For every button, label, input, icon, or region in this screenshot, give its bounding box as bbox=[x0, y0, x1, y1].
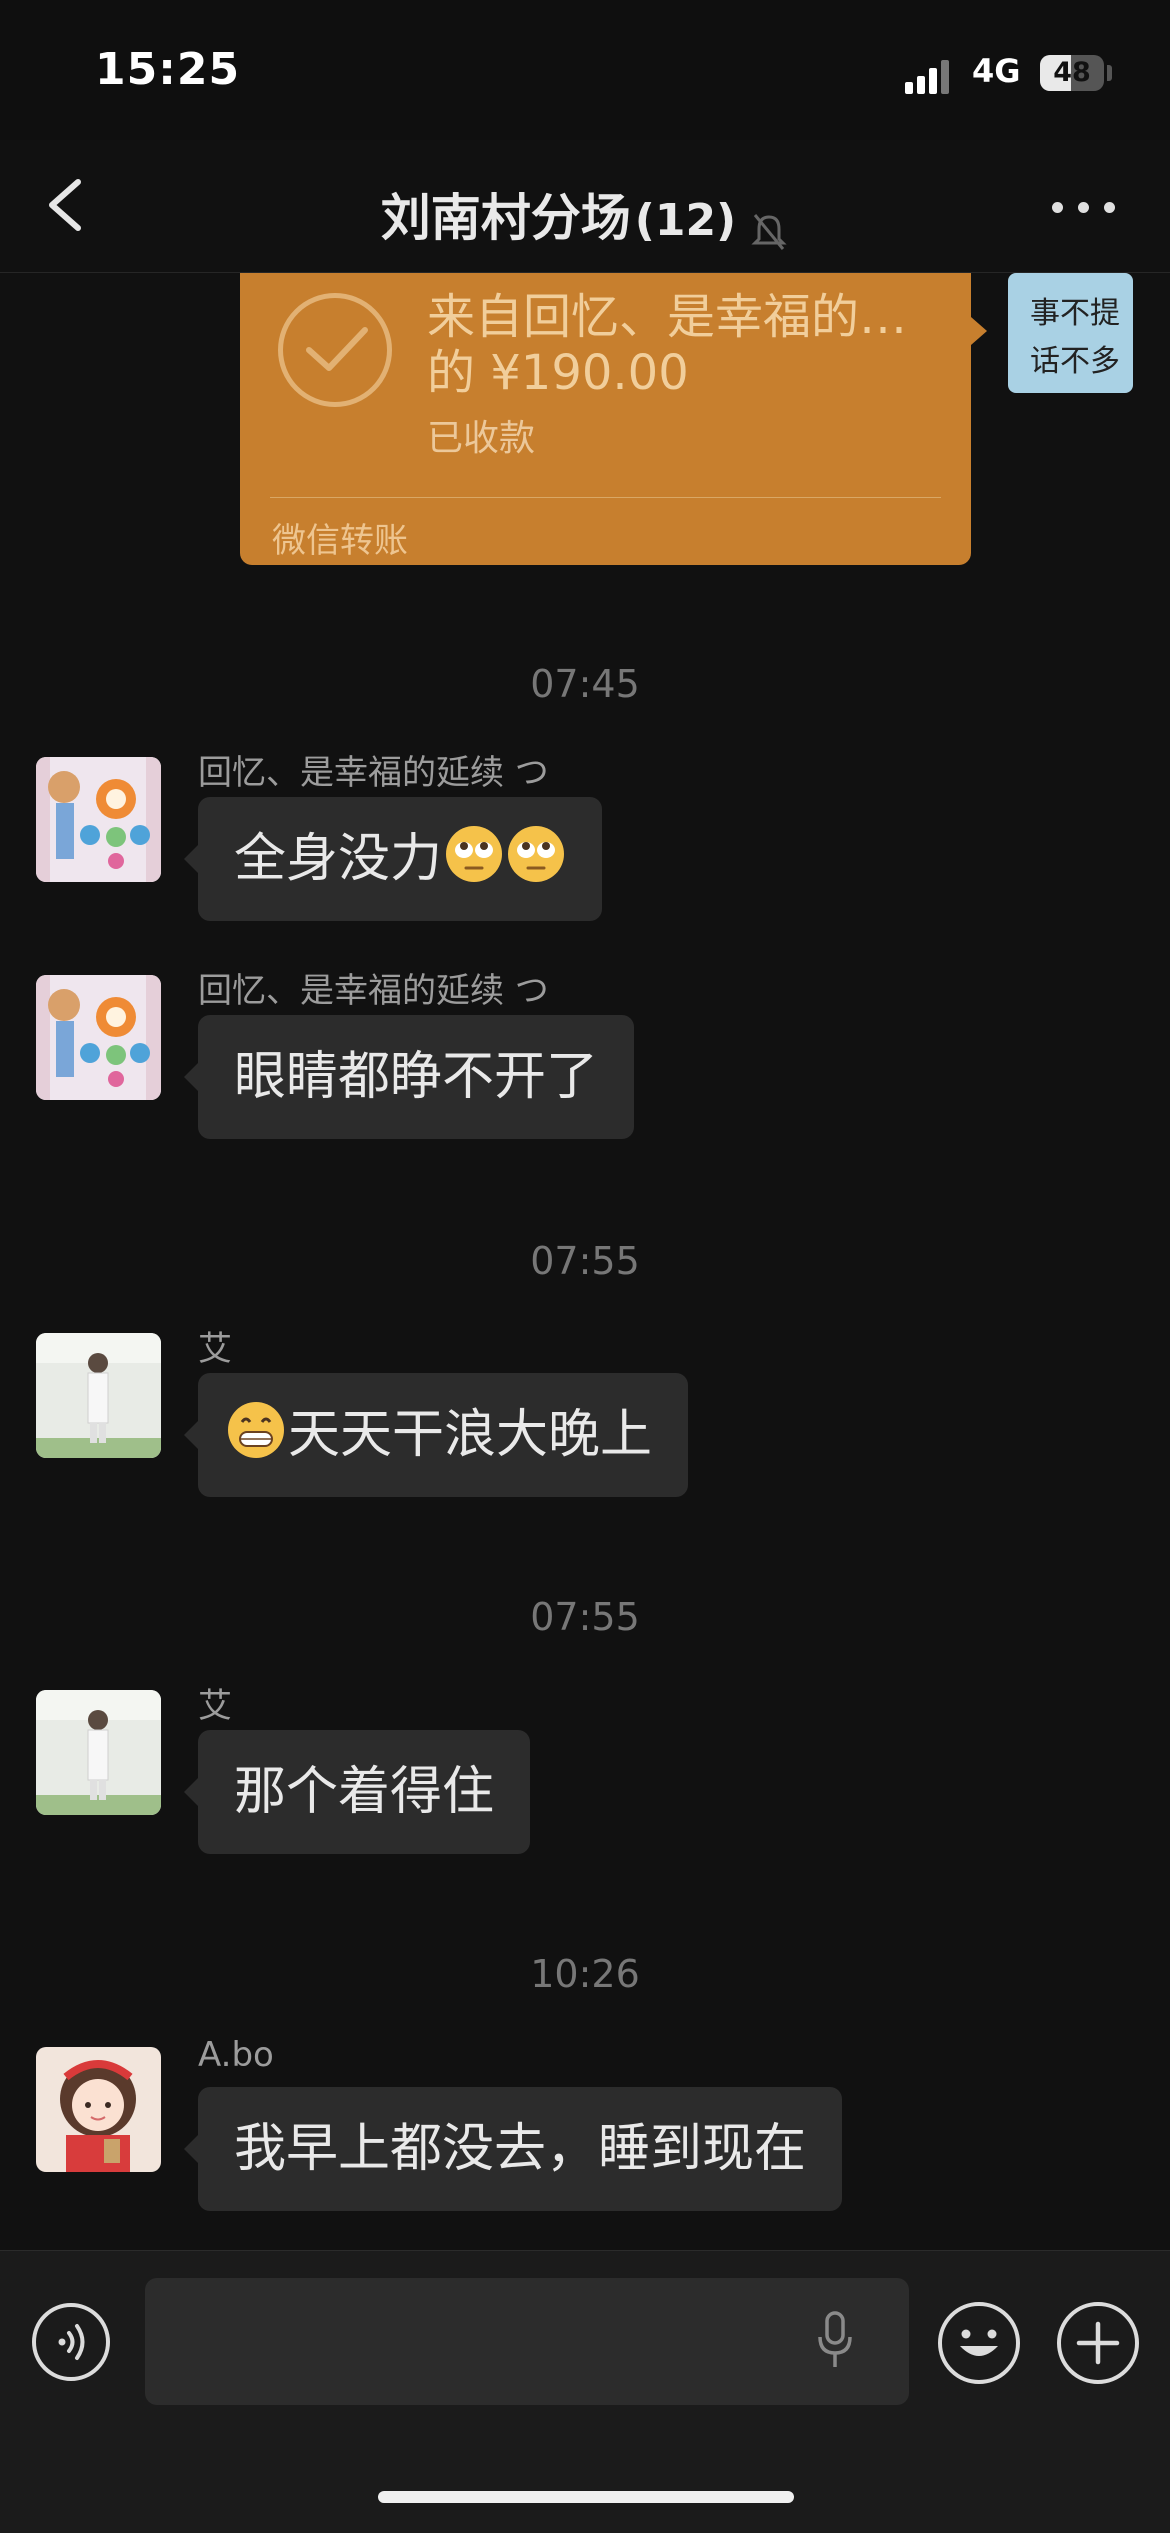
cartoon-avatar-image bbox=[36, 757, 161, 882]
rolling-eyes-emoji-icon bbox=[508, 826, 565, 882]
signal-icon bbox=[905, 58, 949, 94]
transfer-label: 微信转账 bbox=[272, 521, 408, 561]
chat-title: 刘南村分场 bbox=[380, 189, 631, 247]
voice-icon bbox=[58, 2324, 85, 2360]
rolling-eyes-emoji-icon bbox=[446, 826, 503, 882]
avatar[interactable] bbox=[36, 1333, 161, 1458]
smiley-icon bbox=[960, 2329, 998, 2356]
chat-header: 刘南村分场(12) bbox=[0, 140, 1170, 273]
status-bar: 15:25 4G 48 bbox=[0, 0, 1170, 140]
message-bubble[interactable]: 天天干浪大晚上 bbox=[183, 1373, 689, 1497]
message-input[interactable] bbox=[145, 2278, 909, 2405]
chat-message-list[interactable]: 来自回忆、是幸福的…的 ¥190.00 已收款 微信转账 事不提 话不多 07:… bbox=[0, 273, 1170, 2250]
avatar[interactable] bbox=[36, 757, 161, 882]
message-timestamp: 07:55 bbox=[530, 1595, 640, 1639]
svg-text:事不提: 事不提 bbox=[1030, 296, 1120, 331]
plus-icon bbox=[1076, 2321, 1120, 2365]
chat-title-group: 刘南村分场(12) bbox=[0, 178, 1170, 253]
message-text: 天天干浪大晚上 bbox=[288, 1405, 653, 1465]
message-timestamp: 07:55 bbox=[530, 1239, 640, 1283]
person-photo-avatar-image bbox=[36, 1333, 161, 1458]
sender-name: 艾 bbox=[198, 1686, 232, 1726]
microphone-icon[interactable] bbox=[815, 2309, 855, 2371]
cartoon-avatar-image bbox=[36, 975, 161, 1100]
self-avatar[interactable]: 事不提 话不多 bbox=[1008, 273, 1133, 393]
sender-name: A.bo bbox=[198, 2035, 274, 2075]
svg-text:话不多: 话不多 bbox=[1030, 344, 1120, 379]
grinning-emoji-icon bbox=[228, 1402, 284, 1458]
avatar[interactable] bbox=[36, 975, 161, 1100]
network-type: 4G bbox=[972, 52, 1021, 90]
wechat-transfer-card[interactable]: 来自回忆、是幸福的…的 ¥190.00 已收款 微信转账 bbox=[240, 273, 971, 565]
battery-icon: 48 bbox=[1040, 55, 1104, 91]
sender-name: 回忆、是幸福的延续 つ bbox=[198, 753, 549, 793]
transfer-title: 来自回忆、是幸福的…的 ¥190.00 bbox=[427, 289, 908, 401]
message-text: 那个着得住 bbox=[234, 1762, 495, 1822]
avatar[interactable] bbox=[36, 2047, 161, 2172]
message-timestamp: 07:45 bbox=[530, 662, 640, 706]
bubble-tail bbox=[971, 317, 987, 345]
message-bubble[interactable]: 那个着得住 bbox=[183, 1730, 531, 1854]
home-indicator[interactable] bbox=[378, 2491, 794, 2503]
voice-mode-button[interactable] bbox=[32, 2303, 110, 2381]
sender-name: 回忆、是幸福的延续 つ bbox=[198, 971, 549, 1011]
message-text: 眼睛都睁不开了 bbox=[234, 1047, 599, 1107]
message-bubble[interactable]: 全身没力 bbox=[183, 797, 603, 921]
check-circle-icon bbox=[278, 293, 392, 407]
mute-bell-icon bbox=[751, 213, 787, 250]
battery-percent: 48 bbox=[1053, 57, 1091, 88]
divider bbox=[270, 497, 941, 498]
transfer-status: 已收款 bbox=[427, 418, 536, 459]
message-bubble[interactable]: 眼睛都睁不开了 bbox=[183, 1015, 635, 1139]
message-text: 全身没力 bbox=[234, 829, 443, 889]
anime-girl-avatar-image bbox=[36, 2047, 161, 2172]
more-options-button[interactable] bbox=[1052, 194, 1116, 218]
handwriting-avatar-image: 事不提 话不多 bbox=[1030, 296, 1120, 379]
more-actions-button[interactable] bbox=[1057, 2302, 1139, 2384]
sender-name: 艾 bbox=[198, 1329, 232, 1369]
member-count: (12) bbox=[634, 195, 737, 246]
status-time: 15:25 bbox=[95, 44, 241, 95]
message-text: 我早上都没去，睡到现在 bbox=[234, 2119, 807, 2179]
person-photo-avatar-image bbox=[36, 1690, 161, 1815]
message-timestamp: 10:26 bbox=[530, 1952, 640, 1996]
message-bubble[interactable]: 我早上都没去，睡到现在 bbox=[183, 2087, 843, 2211]
battery-cap bbox=[1107, 65, 1112, 81]
avatar[interactable] bbox=[36, 1690, 161, 1815]
emoji-button[interactable] bbox=[938, 2302, 1020, 2384]
